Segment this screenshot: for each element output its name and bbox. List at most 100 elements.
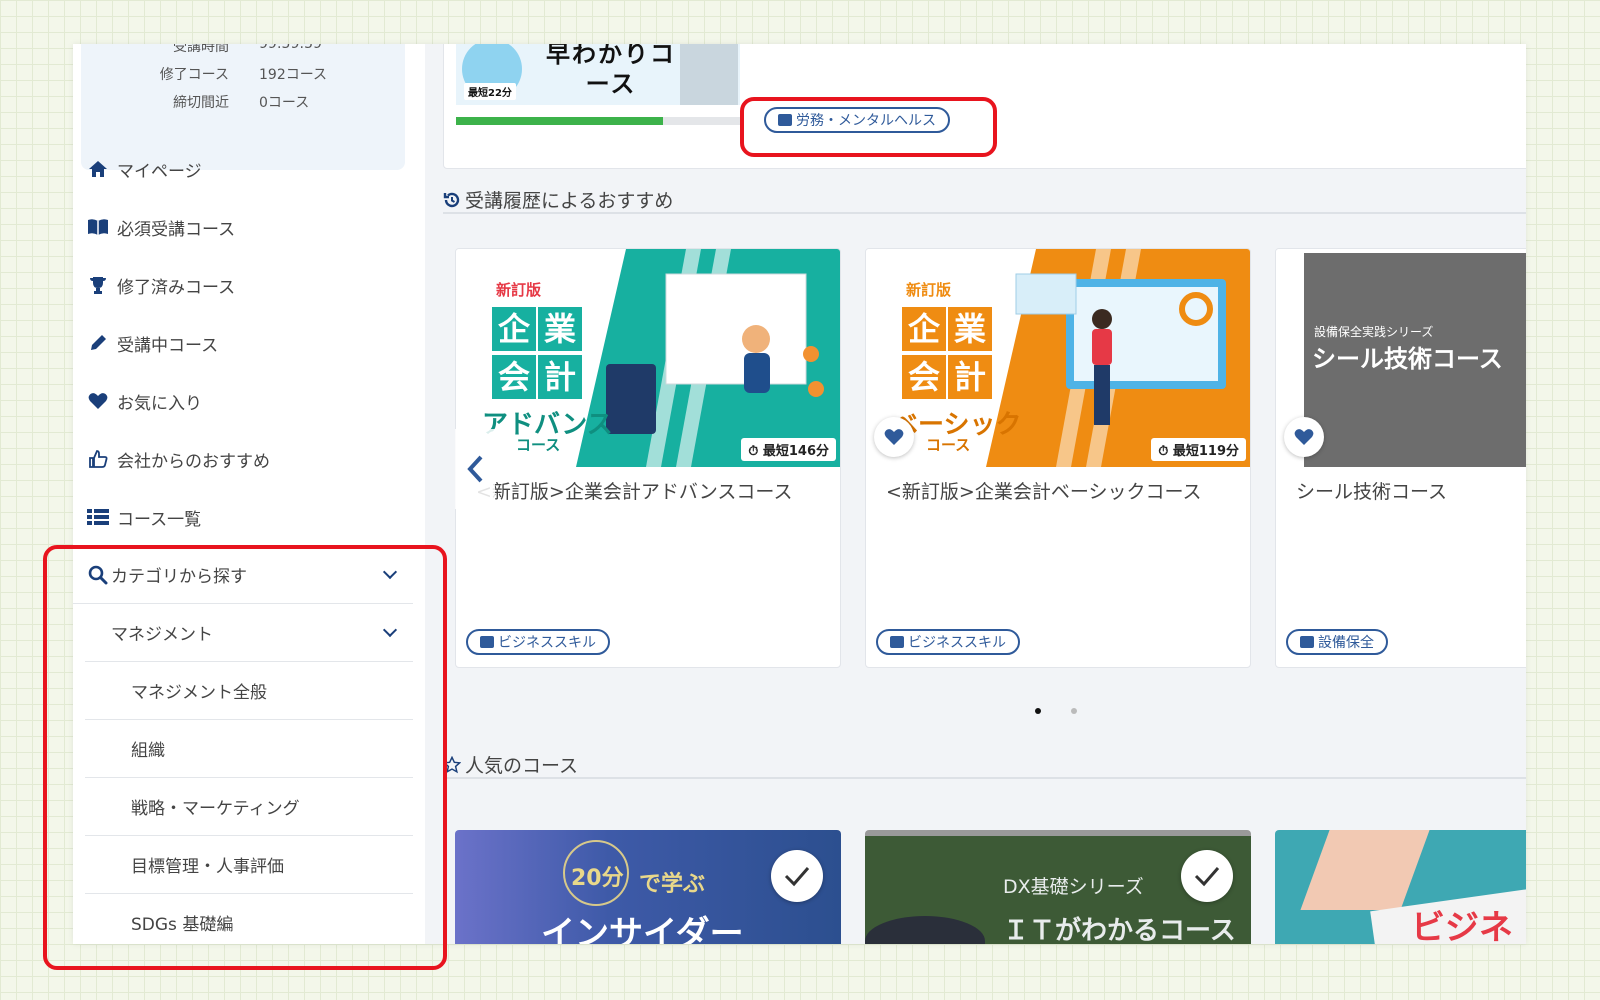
current-course-thumbnail[interactable]: 早わかりコース 最短22分: [456, 44, 740, 105]
category-item[interactable]: 組織: [85, 720, 413, 778]
carousel-prev-button[interactable]: [455, 429, 495, 509]
thumbnail-kanji: 会: [492, 355, 536, 399]
thumbnail-series: 設備保全実践シリーズ: [1314, 325, 1434, 339]
nav-item-required-courses[interactable]: 必須受講コース: [73, 198, 425, 256]
category-group-management[interactable]: マネジメント: [85, 604, 413, 662]
course-time-label: 最短119分: [1172, 444, 1239, 459]
heart-icon: [1294, 429, 1314, 445]
category-search-label: カテゴリから探す: [111, 567, 247, 587]
course-title[interactable]: シール技術コース: [1296, 477, 1447, 504]
popular-course-card[interactable]: DX基礎シリーズ ＩＴがわかるコース: [865, 830, 1251, 944]
stat-value: 0コース: [259, 95, 310, 111]
completed-check-button[interactable]: [771, 850, 823, 902]
thumbs-up-icon: [85, 448, 111, 470]
thumbnail-badge: 新訂版: [906, 281, 952, 299]
thumbnail-title: シール技術コース: [1312, 345, 1503, 373]
popular-course-card[interactable]: 20分 で学ぶ インサイダー: [455, 830, 841, 944]
tag-icon: [1300, 636, 1314, 648]
carousel-dot[interactable]: [1035, 708, 1041, 714]
thumbnail-title-blocks: 企業 会計: [902, 307, 1002, 399]
list-icon: [85, 506, 111, 528]
category-search-toggle[interactable]: カテゴリから探す: [73, 546, 413, 604]
course-time-badge: ⏱ 最短119分: [1151, 438, 1246, 461]
nav-item-favorites[interactable]: お気に入り: [73, 372, 425, 430]
course-card[interactable]: 新訂版 企業 会計 アドバンス コース ⏱ 最短146分 <新訂版>企業会計アド…: [455, 248, 841, 668]
thumbnail-title: ＩＴがわかるコース: [1003, 916, 1236, 944]
course-thumbnail[interactable]: 新訂版 企業 会計 ベーシック コース ⏱ 最短119分: [866, 249, 1250, 467]
thumbnail-illustration: [680, 44, 738, 105]
tag-icon: [890, 636, 904, 648]
category-tag[interactable]: ビジネススキル: [466, 629, 610, 655]
main-content: 早わかりコース 最短22分 労務・メンタルヘルス 受講履歴によるおすすめ 新訂版…: [425, 44, 1526, 944]
star-icon: [443, 755, 461, 774]
check-icon: [1194, 867, 1220, 887]
favorite-button[interactable]: [874, 417, 914, 457]
trophy-icon: [85, 274, 111, 296]
completed-check-button[interactable]: [1181, 850, 1233, 902]
nav-item-company-recommendations[interactable]: 会社からのおすすめ: [73, 430, 425, 488]
chevron-down-icon: [382, 564, 398, 580]
section-title-label: 受講履歴によるおすすめ: [465, 190, 674, 212]
category-tag[interactable]: 労務・メンタルヘルス: [764, 107, 950, 133]
thumbnail-kanji: 会: [902, 355, 946, 399]
nav-label: 修了済みコース: [117, 277, 236, 298]
course-title[interactable]: <新訂版>企業会計ベーシックコース: [886, 477, 1202, 504]
stat-label: 修了コース: [159, 67, 229, 83]
home-icon: [85, 158, 111, 180]
chevron-down-icon: [382, 622, 398, 638]
course-thumbnail[interactable]: 新訂版 企業 会計 アドバンス コース ⏱ 最短146分: [456, 249, 840, 467]
thumbnail-subtitle-2: コース: [516, 436, 561, 454]
history-icon: [443, 191, 461, 209]
category-item[interactable]: マネジメント全般: [85, 662, 413, 720]
nav-item-mypage[interactable]: マイページ: [73, 140, 425, 198]
heart-icon: [884, 429, 904, 445]
category-tag[interactable]: ビジネススキル: [876, 629, 1020, 655]
thumbnail-illustration: [1300, 830, 1430, 910]
section-title-recommendations: 受講履歴によるおすすめ: [443, 186, 1526, 213]
thumbnail-title-blocks: 企業 会計: [492, 307, 592, 399]
category-tag-label: 設備保全: [1318, 635, 1374, 651]
course-progress-bar: [456, 117, 740, 125]
current-course-card[interactable]: 早わかりコース 最短22分 労務・メンタルヘルス: [443, 44, 1526, 169]
search-icon: [85, 564, 111, 586]
course-progress-fill: [456, 117, 664, 125]
category-item[interactable]: SDGs 基礎編: [85, 894, 413, 944]
course-card[interactable]: 設備保全実践シリーズ シール技術コース シール技術コース 設備保全: [1275, 248, 1526, 668]
pencil-icon: [85, 332, 111, 354]
nav-label: コース一覧: [117, 509, 202, 530]
category-item[interactable]: 目標管理・人事評価: [85, 836, 413, 894]
nav-item-course-list[interactable]: コース一覧: [73, 488, 425, 546]
course-time-label: 最短146分: [762, 444, 829, 459]
thumbnail-badge: 新訂版: [496, 281, 542, 299]
thumbnail-kanji: 企: [902, 307, 946, 351]
section-title-label: 人気のコース: [465, 755, 579, 777]
nav-label: 必須受講コース: [117, 219, 236, 240]
category-item-label: 組織: [131, 741, 165, 761]
category-item-label: 戦略・マーケティング: [131, 799, 300, 819]
chevron-left-icon: [467, 455, 483, 483]
thumbnail-time: 最短22分: [464, 83, 516, 100]
nav-label: マイページ: [117, 161, 202, 182]
course-title[interactable]: <新訂版>企業会計アドバンスコース: [476, 477, 792, 504]
course-card[interactable]: 新訂版 企業 会計 ベーシック コース ⏱ 最短119分 <新訂版>企業会計ベー…: [865, 248, 1251, 668]
thumbnail-kanji: 計: [538, 355, 582, 399]
section-title-popular: 人気のコース: [443, 751, 1526, 778]
favorite-button[interactable]: [1284, 417, 1324, 457]
thumbnail-kanji: 業: [948, 307, 992, 351]
popular-course-card[interactable]: ビジネ: [1275, 830, 1526, 944]
section-divider: [443, 777, 1526, 779]
course-time-badge: ⏱ 最短146分: [741, 438, 836, 461]
book-icon: [85, 216, 111, 238]
sidebar: 受講時間 99:59:59 修了コース 192コース 締切間近 0コース マイペ…: [73, 44, 425, 944]
category-item-label: SDGs 基礎編: [131, 915, 234, 935]
thumbnail-kanji: 計: [948, 355, 992, 399]
check-icon: [784, 867, 810, 887]
nav-label: 会社からのおすすめ: [117, 451, 270, 472]
carousel-dot[interactable]: [1071, 708, 1077, 714]
thumbnail-text: DX基礎シリーズ: [1003, 876, 1144, 898]
category-item-label: 目標管理・人事評価: [131, 857, 284, 877]
category-item[interactable]: 戦略・マーケティング: [85, 778, 413, 836]
nav-item-in-progress-courses[interactable]: 受講中コース: [73, 314, 425, 372]
nav-item-completed-courses[interactable]: 修了済みコース: [73, 256, 425, 314]
category-tag[interactable]: 設備保全: [1286, 629, 1388, 655]
